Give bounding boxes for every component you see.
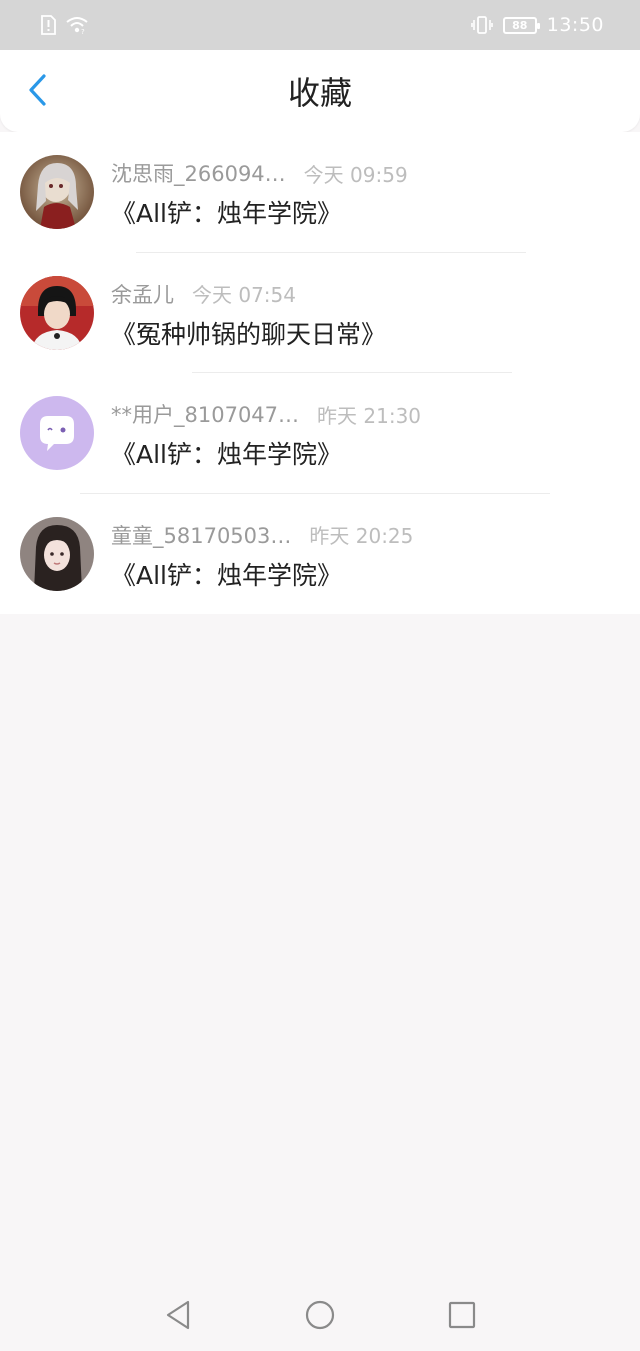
list-item[interactable]: **用户_8107047… 昨天 21:30 《All铲：烛年学院》 [0,373,640,494]
status-right: 88 13:50 [470,14,604,36]
list-item[interactable]: 沈思雨_266094… 今天 09:59 《All铲：烛年学院》 [0,132,640,253]
battery-icon: 88 [502,16,540,34]
item-meta: 童童_58170503… 昨天 20:25 [111,520,413,550]
avatar[interactable] [20,396,94,470]
story-title: 《冤种帅锅的聊天日常》 [111,319,387,349]
header: 收藏 [0,50,640,132]
item-meta: 余孟儿 今天 07:54 [111,279,296,309]
nav-home-button[interactable] [300,1297,340,1333]
page-title: 收藏 [287,74,352,112]
timestamp: 昨天 21:30 [317,403,422,428]
username: 童童_58170503… [111,523,292,548]
story-title: 《All铲：烛年学院》 [111,199,342,228]
alert-sim-icon [40,15,56,35]
chevron-left-icon [29,74,46,106]
svg-text:?: ? [81,28,85,34]
back-button[interactable] [18,70,58,110]
nav-recents-button[interactable] [442,1297,482,1333]
avatar[interactable] [20,516,94,591]
wifi-icon: ? [66,16,88,34]
timestamp: 今天 07:54 [192,283,296,307]
screen: ? 88 13:50 收藏 沈思雨_266094… 今天 09:59 《All铲… [0,0,640,1351]
item-meta: 沈思雨_266094… 今天 09:59 [111,158,408,188]
timestamp: 昨天 20:25 [309,524,414,548]
favorites-list: 沈思雨_266094… 今天 09:59 《All铲：烛年学院》 余孟儿 今天 … [0,132,640,614]
list-item[interactable]: 童童_58170503… 昨天 20:25 《All铲：烛年学院》 [0,494,640,615]
recents-square-icon [448,1301,476,1329]
back-triangle-icon [166,1300,190,1330]
avatar[interactable] [20,275,94,350]
timestamp: 今天 09:59 [303,162,408,187]
vibrate-icon [470,15,493,35]
story-title: 《All铲：烛年学院》 [111,440,342,469]
list-item[interactable]: 余孟儿 今天 07:54 《冤种帅锅的聊天日常》 [0,253,640,373]
status-bar: ? 88 13:50 [0,0,640,50]
username: 余孟儿 [111,282,174,307]
status-time: 13:50 [546,14,604,36]
story-title: 《All铲：烛年学院》 [111,560,342,590]
item-meta: **用户_8107047… 昨天 21:30 [111,399,421,429]
status-left: ? [40,15,88,35]
username: 沈思雨_266094… [111,162,286,186]
system-nav-bar [0,1279,640,1351]
home-circle-icon [305,1300,335,1330]
nav-back-button[interactable] [158,1297,198,1333]
username: **用户_8107047… [111,403,300,427]
avatar[interactable] [20,155,94,229]
